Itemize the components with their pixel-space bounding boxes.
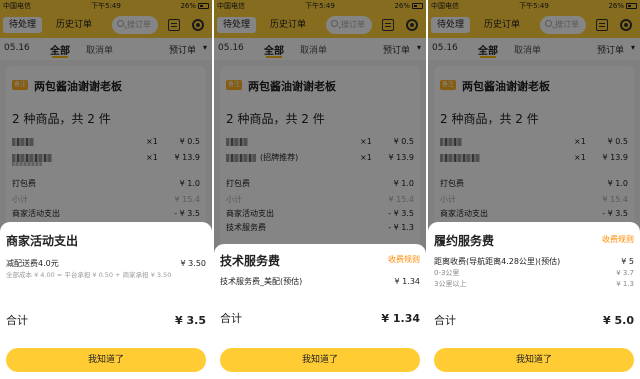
subline-value: ¥ 3.7 (616, 269, 634, 277)
subline-label: 0-3公里 (434, 269, 460, 277)
fee-rules-link[interactable]: 收费规则 (388, 254, 420, 265)
sheet-total: 合计 ¥ 1.34 (220, 312, 420, 326)
sheet-title: 商家活动支出 (6, 234, 79, 248)
screen-tech-fee: 中国电信 下午5:49 26% 待处理 历史订单 搜订单 05.16 全部 取消… (214, 0, 426, 379)
sheet-title: 履约服务费 (434, 234, 495, 248)
sheet-subline: 3公里以上 ¥ 1.3 (434, 279, 634, 290)
line-label: 技术服务费_美配(预估) (220, 277, 303, 286)
line-label: 减配送费4.0元 (6, 259, 59, 268)
total-value: ¥ 1.34 (381, 312, 420, 325)
line-value: ¥ 3.50 (180, 259, 206, 268)
screen-fulfilment-fee: 中国电信 下午5:49 26% 待处理 历史订单 搜订单 05.16 全部 取消… (428, 0, 640, 379)
total-label: 合计 (434, 314, 456, 327)
subline-label: 3公里以上 (434, 280, 467, 288)
bottom-sheet: 技术服务费 收费规则 技术服务费_美配(预估) ¥ 1.34 合计 ¥ 1.34… (214, 244, 426, 379)
acknowledge-button[interactable]: 我知道了 (220, 348, 420, 372)
bottom-sheet: 商家活动支出 减配送费4.0元 ¥ 3.50 全部成本 ¥ 4.00 = 平台承… (0, 222, 212, 379)
sheet-line: 距离收费(导航距离4.28公里)(预估) ¥ 5 (434, 256, 634, 267)
cost-breakdown-note: 全部成本 ¥ 4.00 = 平台承担 ¥ 0.50 + 商家承担 ¥ 3.50 (6, 271, 172, 279)
line-value: ¥ 5 (621, 257, 634, 266)
sheet-title: 技术服务费 (220, 254, 281, 268)
sheet-total: 合计 ¥ 5.0 (434, 314, 634, 328)
fee-rules-link[interactable]: 收费规则 (602, 234, 634, 245)
sheet-line: 技术服务费_美配(预估) ¥ 1.34 (220, 276, 420, 287)
sheet-total: 合计 ¥ 3.5 (6, 314, 206, 328)
acknowledge-button[interactable]: 我知道了 (434, 348, 634, 372)
subline-value: ¥ 1.3 (616, 280, 634, 288)
line-label: 距离收费(导航距离4.28公里)(预估) (434, 257, 561, 266)
total-label: 合计 (6, 314, 28, 327)
screen-activity-expense: 中国电信 下午5:49 26% 待处理 历史订单 搜订单 05.16 全部 取消… (0, 0, 212, 379)
total-value: ¥ 3.5 (175, 314, 206, 327)
acknowledge-button[interactable]: 我知道了 (6, 348, 206, 372)
total-value: ¥ 5.0 (603, 314, 634, 327)
total-label: 合计 (220, 312, 242, 325)
sheet-subline: 0-3公里 ¥ 3.7 (434, 268, 634, 279)
bottom-sheet: 履约服务费 收费规则 距离收费(导航距离4.28公里)(预估) ¥ 5 0-3公… (428, 222, 640, 379)
line-value: ¥ 1.34 (394, 277, 420, 286)
sheet-line: 减配送费4.0元 ¥ 3.50 (6, 258, 206, 269)
